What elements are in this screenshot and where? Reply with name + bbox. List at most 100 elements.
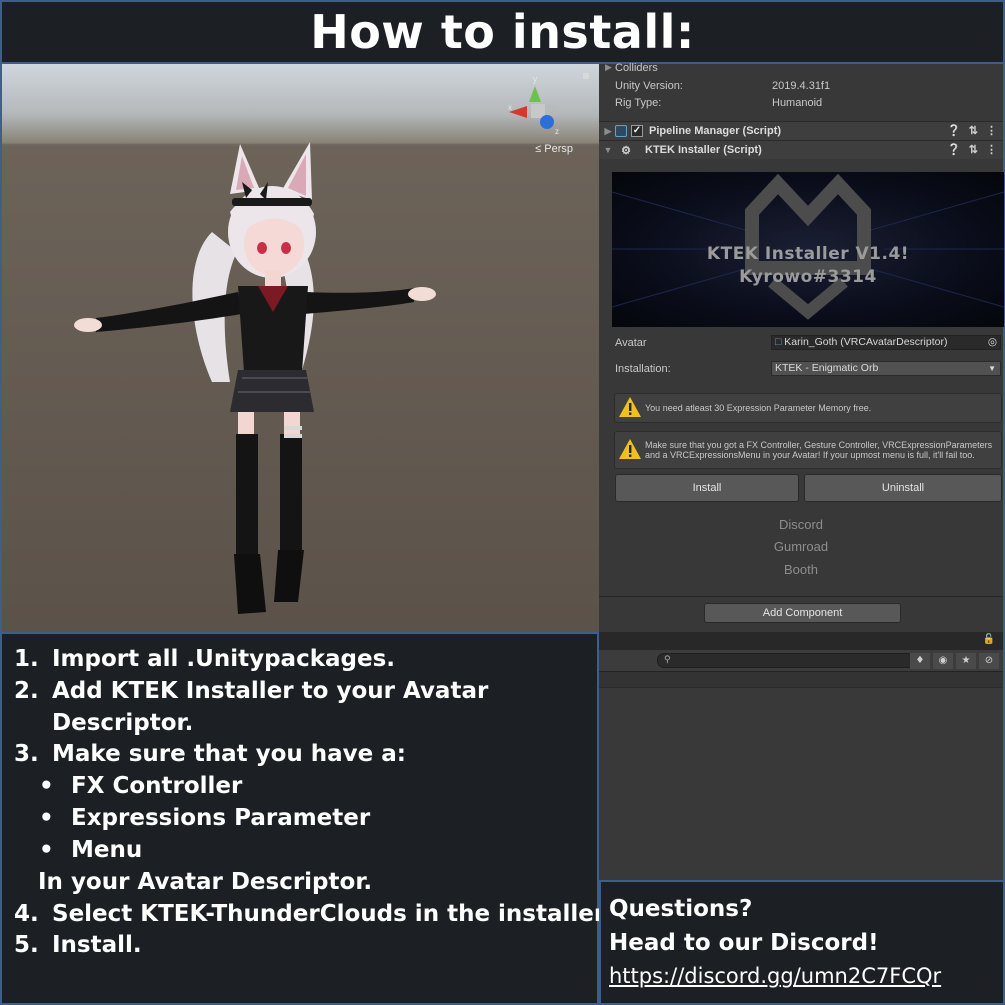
install-instructions: 1. Import all .Unitypackages. 2. Add KTEK … bbox=[0, 632, 611, 1005]
presets-icon[interactable]: ⇅ bbox=[969, 143, 978, 156]
add-component-button[interactable]: Add Component bbox=[704, 603, 901, 623]
search-input[interactable]: ⚲ bbox=[657, 653, 917, 668]
colliders-label: Colliders bbox=[615, 62, 658, 74]
filter-type-icon[interactable]: ♦ bbox=[910, 653, 930, 669]
warning-requirements-text: Make sure that you got a FX Controller, … bbox=[645, 440, 993, 460]
avatar-model[interactable] bbox=[62, 142, 442, 622]
search-icon: ⚲ bbox=[664, 655, 671, 665]
step-text: Make sure that you have a: bbox=[52, 741, 406, 767]
unity-version-value: 2019.4.31f1 bbox=[772, 80, 831, 92]
project-toolbar: ⚲ ♦ ◉ ★ ⊘ bbox=[599, 650, 1003, 672]
warning-memory: You need atleast 30 Expression Parameter… bbox=[614, 393, 1002, 423]
component-name: Pipeline Manager (Script) bbox=[649, 125, 782, 137]
page-title: How to install: bbox=[310, 5, 695, 59]
project-panel: 🔓 ⚲ ♦ ◉ ★ ⊘ bbox=[599, 632, 1005, 882]
gizmo-lock-icon[interactable] bbox=[583, 73, 589, 79]
favorite-star-icon[interactable]: ★ bbox=[956, 653, 976, 669]
step-5: 5. Install. bbox=[14, 932, 142, 958]
title-banner: How to install: bbox=[0, 0, 1005, 64]
step-4: 4. Select KTEK-ThunderClouds in the insta… bbox=[14, 901, 611, 927]
foldout-arrow-icon[interactable]: ▶ bbox=[605, 62, 612, 73]
banner-title: KTEK Installer V1.4! bbox=[706, 244, 910, 264]
bullet-icon: • bbox=[39, 773, 54, 799]
foldout-arrow-icon[interactable]: ▼ bbox=[601, 145, 615, 155]
project-breadcrumb-bar bbox=[599, 672, 1003, 688]
bullet-item: • FX Controller bbox=[39, 773, 242, 799]
bullet-icon: • bbox=[39, 805, 54, 831]
warning-requirements: Make sure that you got a FX Controller, … bbox=[614, 431, 1002, 469]
step-2: 2. Add KTEK Installer to your Avatar bbox=[14, 678, 488, 704]
help-icon[interactable]: ❔ bbox=[947, 143, 961, 156]
bullet-text: Menu bbox=[71, 837, 143, 863]
gumroad-link[interactable]: Gumroad bbox=[599, 539, 1003, 554]
component-header-pipeline-manager[interactable]: ▶ ✓ Pipeline Manager (Script) ❔ ⇅ ⋮ bbox=[599, 121, 1003, 140]
orientation-gizmo-icon[interactable]: y x z bbox=[505, 72, 575, 142]
hidden-toggle-icon[interactable]: ⊘ bbox=[979, 653, 999, 669]
step-3: 3. Make sure that you have a: bbox=[14, 741, 406, 767]
install-button[interactable]: Install bbox=[615, 474, 799, 502]
presets-icon[interactable]: ⇅ bbox=[969, 124, 978, 137]
component-name: KTEK Installer (Script) bbox=[645, 144, 762, 156]
warning-icon bbox=[615, 438, 645, 462]
booth-link[interactable]: Booth bbox=[599, 562, 1003, 577]
warning-icon bbox=[615, 396, 645, 420]
discord-link[interactable]: Discord bbox=[599, 517, 1003, 532]
script-icon bbox=[615, 125, 627, 137]
bullet-text: Expressions Parameter bbox=[71, 805, 371, 831]
step-text: Import all .Unitypackages. bbox=[52, 646, 396, 672]
inspector-panel: ▶ Colliders Unity Version: 2019.4.31f1 R… bbox=[599, 62, 1005, 632]
bullet-icon: • bbox=[39, 837, 54, 863]
descriptor-icon: □ bbox=[775, 336, 782, 348]
avatar-label: Avatar bbox=[615, 337, 647, 349]
rig-type-value: Humanoid bbox=[772, 97, 823, 109]
banner-author: Kyrowo#3314 bbox=[739, 267, 877, 287]
unity-version-label: Unity Version: bbox=[615, 80, 683, 92]
installation-label: Installation: bbox=[615, 363, 671, 375]
bullet-item: • Expressions Parameter bbox=[39, 805, 370, 831]
questions-heading: Questions? bbox=[609, 896, 753, 922]
step-number: 5. bbox=[14, 932, 39, 958]
panel-tab-strip: 🔓 bbox=[599, 632, 1003, 650]
discord-callout: Head to our Discord! bbox=[609, 930, 879, 956]
bullet-text: FX Controller bbox=[71, 773, 243, 799]
avatar-object-field[interactable]: □ Karin_Goth (VRCAvatarDescriptor) ◎ bbox=[771, 335, 1001, 350]
step-3-continued: In your Avatar Descriptor. bbox=[38, 869, 372, 895]
chevron-down-icon: ▼ bbox=[988, 364, 996, 373]
step-number: 2. bbox=[14, 678, 39, 704]
step-number: 3. bbox=[14, 741, 39, 767]
step-text: Add KTEK Installer to your Avatar bbox=[52, 678, 489, 704]
step-number: 1. bbox=[14, 646, 39, 672]
avatar-value: Karin_Goth (VRCAvatarDescriptor) bbox=[784, 336, 948, 348]
discord-invite-link[interactable]: https://discord.gg/umn2C7FCQr bbox=[609, 964, 941, 988]
step-text: Select KTEK-ThunderClouds in the install… bbox=[52, 901, 611, 927]
lock-icon[interactable]: 🔓 bbox=[983, 634, 995, 645]
projection-toggle[interactable]: ≤ Persp bbox=[535, 143, 573, 155]
ktek-banner-image: KTEK Installer V1.4! Kyrowo#3314 bbox=[612, 172, 1004, 327]
scene-view[interactable]: y x z ≤ Persp bbox=[0, 64, 599, 632]
step-number: 4. bbox=[14, 901, 39, 927]
step-text: Descriptor. bbox=[52, 710, 194, 736]
rig-type-label: Rig Type: bbox=[615, 97, 662, 109]
warning-memory-text: You need atleast 30 Expression Parameter… bbox=[645, 403, 872, 413]
component-header-ktek-installer[interactable]: ▼ ⚙ KTEK Installer (Script) ❔ ⇅ ⋮ bbox=[599, 140, 1003, 159]
step-text: In your Avatar Descriptor. bbox=[38, 869, 373, 895]
divider bbox=[599, 596, 1003, 597]
object-picker-icon[interactable]: ◎ bbox=[988, 336, 997, 349]
uninstall-button[interactable]: Uninstall bbox=[804, 474, 1002, 502]
help-icon[interactable]: ❔ bbox=[947, 124, 961, 137]
component-enabled-checkbox[interactable]: ✓ bbox=[631, 125, 643, 137]
installation-value: KTEK - Enigmatic Orb bbox=[775, 362, 879, 374]
foldout-arrow-icon[interactable]: ▶ bbox=[601, 126, 615, 137]
gizmo-y-label: y bbox=[533, 74, 538, 84]
installation-dropdown[interactable]: KTEK - Enigmatic Orb ▼ bbox=[771, 361, 1001, 376]
kebab-menu-icon[interactable]: ⋮ bbox=[986, 124, 997, 137]
questions-box: Questions? Head to our Discord! https://… bbox=[599, 880, 1005, 1005]
bullet-item: • Menu bbox=[39, 837, 142, 863]
kebab-menu-icon[interactable]: ⋮ bbox=[986, 143, 997, 156]
step-2-continued: Descriptor. bbox=[52, 710, 193, 736]
filter-label-icon[interactable]: ◉ bbox=[933, 653, 953, 669]
step-1: 1. Import all .Unitypackages. bbox=[14, 646, 395, 672]
step-text: Install. bbox=[52, 932, 142, 958]
gizmo-z-label: z bbox=[555, 127, 559, 136]
script-icon: ⚙ bbox=[621, 144, 631, 157]
